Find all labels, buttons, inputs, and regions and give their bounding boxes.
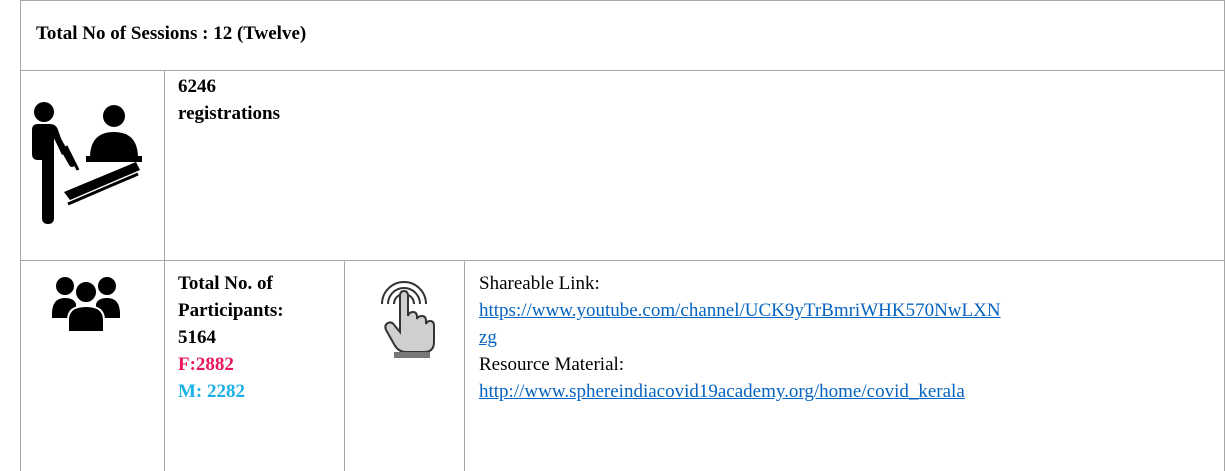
resource-material-url[interactable]: http://www.sphereindiacovid19academy.org…: [479, 379, 965, 405]
shareable-link-label: Shareable Link:: [479, 273, 600, 294]
shareable-link-url-line2[interactable]: zg: [479, 325, 497, 351]
sessions-title: Total No of Sessions : 12 (Twelve): [36, 23, 307, 44]
row-divider-1: [20, 70, 1225, 71]
col-divider-3: [464, 260, 465, 471]
row-divider-2: [20, 260, 1225, 261]
touch-click-icon: [381, 281, 435, 358]
registrations-label: registrations: [178, 103, 281, 124]
registration-desk-icon: [32, 102, 142, 224]
participants-heading-line1: Total No. of: [178, 273, 273, 294]
participants-female: F:2882: [178, 354, 234, 375]
resource-material-label: Resource Material:: [479, 354, 625, 375]
col-divider-1: [164, 70, 165, 471]
registrations-count: 6246: [178, 76, 216, 97]
shareable-link-url-line1[interactable]: https://www.youtube.com/channel/UCK9yTrB…: [479, 298, 1001, 324]
participants-total: 5164: [178, 327, 216, 348]
participants-heading-line2: Participants:: [178, 300, 284, 321]
participants-male: M: 2282: [178, 381, 246, 402]
col-divider-2: [344, 260, 345, 471]
people-group-icon: [52, 277, 120, 332]
